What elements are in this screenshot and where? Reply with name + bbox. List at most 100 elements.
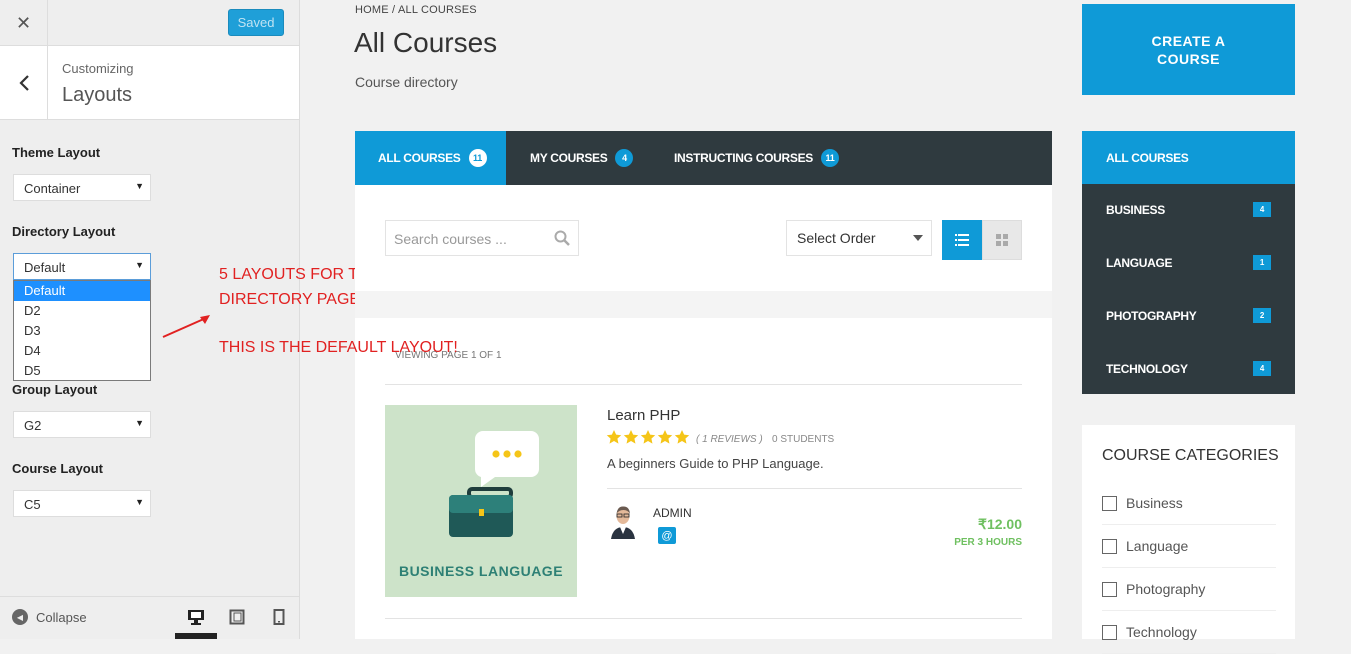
review-count: ( 1 REVIEWS ) <box>696 434 763 445</box>
course-price: ₹12.00 <box>978 516 1022 532</box>
search-input[interactable]: Search courses ... <box>385 220 579 256</box>
tab-count-badge: 11 <box>468 149 487 167</box>
grid-view-icon <box>996 234 1008 246</box>
search-icon[interactable] <box>554 230 570 246</box>
category-nav-label: LANGUAGE <box>1106 255 1173 270</box>
order-select[interactable]: Select Order <box>786 220 932 256</box>
saved-button[interactable]: Saved <box>228 9 284 36</box>
breadcrumb[interactable]: HOME / ALL COURSES <box>355 4 477 16</box>
customizer-footer: ◀ Collapse <box>0 596 299 639</box>
category-nav-label: ALL COURSES <box>1106 150 1189 165</box>
tab-label: ALL COURSES <box>378 151 461 165</box>
category-nav-label: BUSINESS <box>1106 202 1165 217</box>
option-d5[interactable]: D5 <box>14 361 150 381</box>
avatar[interactable] <box>607 503 639 539</box>
checkbox[interactable] <box>1102 538 1117 554</box>
dropdown-caret-icon: ▼ <box>135 418 144 428</box>
category-count-badge: 4 <box>1253 361 1271 376</box>
author-name[interactable]: ADMIN <box>653 506 692 520</box>
category-checkbox-photography[interactable]: Photography <box>1102 568 1276 611</box>
divider-band <box>355 291 1052 318</box>
category-nav: ALL COURSES BUSINESS 4 LANGUAGE 1 PHOTOG… <box>1082 131 1295 394</box>
directory-layout-label: Directory Layout <box>12 224 116 239</box>
category-nav-label: TECHNOLOGY <box>1106 361 1188 376</box>
chevron-left-icon <box>18 74 29 91</box>
category-checkbox-business[interactable]: Business <box>1102 482 1276 525</box>
option-d3[interactable]: D3 <box>14 321 150 341</box>
category-count-badge: 2 <box>1253 308 1271 323</box>
customizer-sidebar: ✕ Saved Customizing Layouts Theme Layout… <box>0 0 300 639</box>
back-button[interactable] <box>0 46 48 119</box>
course-layout-label: Course Layout <box>12 461 104 476</box>
chevron-down-icon <box>913 235 923 241</box>
tab-label: INSTRUCTING COURSES <box>674 151 813 165</box>
collapse-icon: ◀ <box>12 609 28 625</box>
collapse-label: Collapse <box>36 609 87 625</box>
star-rating <box>606 429 690 445</box>
course-thumbnail[interactable]: BUSINESS LANGUAGE <box>385 405 577 597</box>
option-d4[interactable]: D4 <box>14 341 150 361</box>
close-icon: ✕ <box>15 12 32 33</box>
student-count: 0 STUDENTS <box>772 434 835 445</box>
category-label: Photography <box>1126 581 1206 597</box>
close-button[interactable]: ✕ <box>0 0 48 46</box>
tab-label: MY COURSES <box>530 151 608 165</box>
mobile-preview-icon[interactable] <box>269 607 289 627</box>
category-checkbox-technology[interactable]: Technology <box>1102 611 1276 654</box>
category-nav-all-courses[interactable]: ALL COURSES <box>1082 131 1295 184</box>
course-layout-value: C5 <box>24 497 41 512</box>
checkbox[interactable] <box>1102 581 1117 597</box>
directory-layout-value: Default <box>24 260 66 275</box>
category-label: Technology <box>1126 624 1197 640</box>
course-categories-widget: COURSE CATEGORIES Business Language Phot… <box>1082 425 1295 654</box>
course-listing: VIEWING PAGE 1 OF 1 BUSINESS LANGUAGE Le… <box>355 318 1052 639</box>
checkbox[interactable] <box>1102 495 1117 511</box>
section-title: Layouts <box>62 84 133 106</box>
tab-instructing-courses[interactable]: INSTRUCTING COURSES 11 <box>674 131 839 185</box>
dropdown-caret-icon: ▼ <box>135 260 144 270</box>
theme-layout-select[interactable]: Container ▼ <box>13 174 151 201</box>
category-checkbox-language[interactable]: Language <box>1102 525 1276 568</box>
desktop-preview-icon[interactable] <box>186 607 206 627</box>
tab-all-courses[interactable]: ALL COURSES 11 <box>355 131 506 185</box>
customizer-header: ✕ Saved <box>0 0 299 46</box>
mention-icon[interactable]: @ <box>658 527 676 544</box>
group-layout-select[interactable]: G2 ▼ <box>13 411 151 438</box>
filter-bar: Search courses ... Select Order <box>355 185 1052 291</box>
course-title[interactable]: Learn PHP <box>607 407 680 424</box>
star-icon <box>657 430 673 444</box>
dropdown-caret-icon: ▼ <box>135 497 144 507</box>
checkbox[interactable] <box>1102 624 1117 640</box>
tablet-preview-icon[interactable] <box>227 607 247 627</box>
divider <box>385 384 1022 385</box>
list-view-button[interactable] <box>942 220 982 260</box>
thumbnail-label: BUSINESS LANGUAGE <box>398 563 564 579</box>
customizing-label: Customizing <box>62 61 134 76</box>
order-select-value: Select Order <box>797 230 876 246</box>
option-d2[interactable]: D2 <box>14 301 150 321</box>
course-layout-select[interactable]: C5 ▼ <box>13 490 151 517</box>
divider <box>607 488 1022 489</box>
collapse-button[interactable]: ◀ Collapse <box>12 609 87 625</box>
list-view-icon <box>955 234 969 246</box>
annotation-line-3: THIS IS THE DEFAULT LAYOUT! <box>219 339 458 356</box>
search-placeholder: Search courses ... <box>394 231 507 247</box>
tab-count-badge: 4 <box>615 149 634 167</box>
category-nav-business[interactable]: BUSINESS 4 <box>1082 183 1295 236</box>
create-course-button[interactable]: CREATE A COURSE <box>1082 4 1295 95</box>
star-icon <box>623 430 639 444</box>
category-nav-photography[interactable]: PHOTOGRAPHY 2 <box>1082 289 1295 342</box>
category-nav-technology[interactable]: TECHNOLOGY 4 <box>1082 342 1295 395</box>
option-default[interactable]: Default <box>14 281 150 301</box>
category-nav-language[interactable]: LANGUAGE 1 <box>1082 236 1295 289</box>
grid-view-button[interactable] <box>982 220 1022 260</box>
tab-count-badge: 11 <box>820 149 839 167</box>
briefcase-chat-icon <box>449 431 539 537</box>
price-unit: PER 3 HOURS <box>954 537 1022 548</box>
tab-my-courses[interactable]: MY COURSES 4 <box>530 131 634 185</box>
annotation-arrow-icon <box>162 315 210 338</box>
category-nav-label: PHOTOGRAPHY <box>1106 308 1197 323</box>
directory-layout-select[interactable]: Default ▼ <box>13 253 151 280</box>
category-count-badge: 1 <box>1253 255 1271 270</box>
category-label: Language <box>1126 538 1189 554</box>
